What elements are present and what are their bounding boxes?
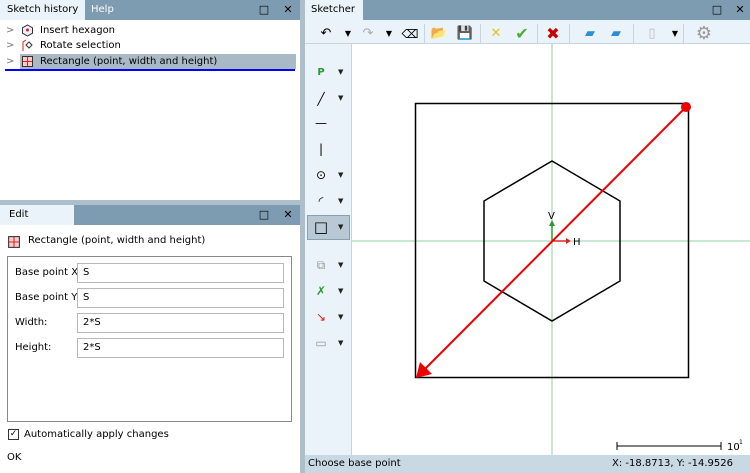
delete-icon[interactable]: ✖	[543, 25, 563, 43]
auto-apply-label[interactable]: Automatically apply changes	[24, 429, 169, 440]
scale-exponent: 1	[739, 439, 743, 446]
tab-edit-element[interactable]: Edit element	[0, 205, 74, 240]
scale-label: 10	[727, 442, 740, 453]
horizontal-line-icon[interactable]: —	[309, 112, 333, 134]
base-y-label: Base point Y:	[15, 292, 80, 303]
edit-tabbar: Edit element □ ✕	[0, 205, 300, 240]
history-list: > Insert hexagon > Rotate selection > Re…	[0, 20, 300, 200]
save-icon[interactable]: 💾	[455, 25, 475, 43]
rectangle-tool-icon[interactable]: □	[309, 216, 333, 238]
transform-tool-icon[interactable]: ⧉	[309, 254, 333, 276]
hexagon-icon	[22, 24, 33, 37]
eraser-construction-icon[interactable]: ▰	[606, 25, 626, 43]
list-item[interactable]: > Insert hexagon	[0, 23, 296, 38]
undo-dropdown-icon[interactable]: ▼	[338, 25, 358, 43]
element-title: Rectangle (point, width and height)	[28, 235, 206, 246]
chevron-right-icon[interactable]: >	[6, 54, 14, 69]
dropdown-icon[interactable]: ▼	[338, 94, 343, 102]
dropdown-icon[interactable]: ▼	[338, 339, 343, 347]
maximize-icon[interactable]: □	[709, 2, 725, 18]
maximize-icon[interactable]: □	[256, 207, 272, 223]
list-item-label: Rectangle (point, width and height)	[40, 56, 218, 67]
auto-apply-checkbox[interactable]: ✓	[8, 429, 19, 440]
point-tool-icon[interactable]: P	[309, 62, 333, 84]
selection-underline	[5, 69, 295, 71]
height-label: Height:	[15, 342, 52, 353]
close-icon[interactable]: ✕	[280, 207, 296, 223]
rectangle-icon	[22, 56, 33, 67]
close-icon[interactable]: ✕	[280, 2, 296, 18]
gear-icon[interactable]: ⚙	[694, 25, 714, 43]
dropdown-icon[interactable]: ▼	[338, 223, 343, 231]
eraser-icon[interactable]: ▰	[580, 25, 600, 43]
coordinates-readout: X: -18.8713, Y: -14.9526	[612, 458, 734, 469]
ok-button[interactable]: OK	[7, 452, 21, 463]
circle-tool-icon[interactable]: ⊙	[309, 164, 333, 186]
door-dropdown-icon[interactable]: ▼	[665, 25, 685, 43]
fillet-tool-icon[interactable]: ↘	[309, 306, 333, 328]
arc-tool-icon[interactable]: ◜	[309, 190, 333, 212]
chevron-right-icon[interactable]: >	[6, 23, 14, 38]
status-text: Choose base point	[308, 458, 401, 469]
undo-icon[interactable]: ↶	[316, 25, 336, 43]
close-icon[interactable]: ✕	[732, 2, 748, 18]
dropdown-icon[interactable]: ▼	[338, 261, 343, 269]
list-item-label: Insert hexagon	[40, 25, 116, 36]
rectangle-icon	[8, 236, 20, 248]
status-bar: Choose base point X: -18.8713, Y: -14.95…	[305, 455, 750, 473]
maximize-icon[interactable]: □	[256, 2, 272, 18]
dropdown-icon[interactable]: ▼	[338, 171, 343, 179]
h-axis-label: H	[573, 237, 581, 248]
base-y-field[interactable]: S	[77, 288, 284, 308]
sketch-canvas[interactable]: V H 10 1	[352, 44, 750, 455]
door-icon[interactable]: ▯	[642, 25, 662, 43]
list-item[interactable]: > Rotate selection	[0, 38, 296, 53]
redo-dropdown-icon[interactable]: ▼	[379, 25, 399, 43]
width-label: Width:	[15, 317, 48, 328]
rotate-icon	[22, 39, 33, 51]
vertical-line-icon[interactable]: |	[309, 138, 333, 160]
chevron-right-icon[interactable]: >	[6, 38, 14, 53]
base-point-marker[interactable]	[681, 102, 691, 112]
list-item[interactable]: > Rectangle (point, width and height)	[0, 54, 296, 69]
cancel-yellow-icon[interactable]: ✕	[486, 25, 506, 43]
open-folder-icon[interactable]: 📂	[429, 25, 449, 43]
tab-sketcher[interactable]: Sketcher	[305, 0, 363, 20]
backspace-icon[interactable]: ⌫	[398, 25, 422, 43]
dropdown-icon[interactable]: ▼	[338, 287, 343, 295]
tab-help[interactable]: Help	[84, 0, 121, 20]
base-x-label: Base point X:	[15, 267, 82, 278]
line-tool-icon[interactable]: ╱	[309, 88, 333, 110]
dimension-tool-icon[interactable]: ▭	[309, 332, 333, 354]
redo-icon[interactable]: ↷	[358, 25, 378, 43]
dropdown-icon[interactable]: ▼	[338, 197, 343, 205]
dropdown-icon[interactable]: ▼	[338, 68, 343, 76]
history-tabbar: Sketch history Help □ ✕	[0, 0, 300, 20]
width-field[interactable]: 2*S	[77, 313, 284, 333]
edit-element-panel: Rectangle (point, width and height) Base…	[0, 225, 300, 473]
tab-sketch-history[interactable]: Sketch history	[0, 0, 86, 20]
check-icon[interactable]: ✔	[512, 25, 532, 43]
height-field[interactable]: 2*S	[77, 338, 284, 358]
base-x-field[interactable]: S	[77, 263, 284, 283]
list-item-label: Rotate selection	[40, 40, 121, 51]
trim-tool-icon[interactable]: ✗	[309, 280, 333, 302]
dropdown-icon[interactable]: ▼	[338, 313, 343, 321]
v-axis-label: V	[548, 211, 555, 222]
sketcher-tabbar: Sketcher □ ✕	[305, 0, 750, 20]
